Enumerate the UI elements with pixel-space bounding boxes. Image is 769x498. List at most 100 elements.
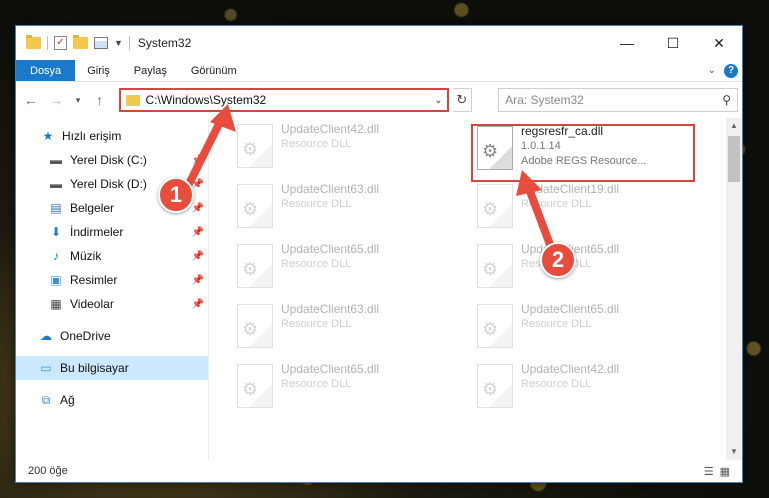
- callout-1-badge: 1: [158, 177, 194, 213]
- new-folder-icon[interactable]: [73, 35, 88, 49]
- file-type: Resource DLL: [281, 378, 352, 390]
- close-button[interactable]: ✕: [696, 26, 742, 60]
- status-bar: 200 öğe ☰ ▦: [16, 460, 742, 482]
- videos-icon: ▦: [50, 297, 62, 311]
- tab-file[interactable]: Dosya: [16, 60, 76, 81]
- forward-button[interactable]: →: [46, 92, 68, 108]
- pin-icon[interactable]: 📌: [192, 299, 204, 310]
- file-type: Resource DLL: [521, 318, 592, 330]
- address-bar[interactable]: C:\Windows\System32 ⌄: [118, 88, 449, 112]
- explorer-window: ✓ ▼ System32 — ☐ ✕ Dosya Giriş Paylaş Gö…: [15, 25, 743, 483]
- sidebar-item-quick-access[interactable]: ★ Hızlı erişim: [16, 124, 208, 148]
- tab-home[interactable]: Giriş: [75, 60, 122, 81]
- list-item[interactable]: UpdateClient42.dll Resource DLL: [237, 122, 467, 178]
- search-input[interactable]: [505, 93, 723, 107]
- file-name: UpdateClient42.dll: [521, 362, 620, 376]
- tiles-view-icon[interactable]: ▦: [720, 465, 730, 478]
- sidebar-item-label: Yerel Disk (D:): [70, 177, 147, 191]
- navigation-pane: ★ Hızlı erişim ▬ Yerel Disk (C:) 📌 ▬ Yer…: [16, 118, 209, 460]
- toolbar-dropdown-icon[interactable]: ▼: [114, 38, 123, 48]
- customize-icon[interactable]: [94, 37, 108, 49]
- scroll-down-icon[interactable]: ▼: [726, 444, 742, 460]
- file-name: UpdateClient42.dll: [281, 122, 380, 136]
- scroll-thumb[interactable]: [728, 136, 740, 182]
- recent-locations-button[interactable]: ▾: [71, 95, 85, 106]
- sidebar-item-videos[interactable]: ▦ Videolar 📌: [16, 292, 208, 316]
- file-name: UpdateClient63.dll: [281, 302, 380, 316]
- tab-view[interactable]: Görünüm: [179, 60, 249, 81]
- help-icon[interactable]: ?: [724, 63, 738, 78]
- file-type: Resource DLL: [281, 258, 352, 270]
- sidebar-item-downloads[interactable]: ⬇ İndirmeler 📌: [16, 220, 208, 244]
- navigation-bar: ← → ▾ ↑ C:\Windows\System32 ⌄ ↻ ⚲: [16, 82, 742, 118]
- folder-icon: [26, 35, 41, 49]
- list-item[interactable]: UpdateClient65.dll Resource DLL: [237, 242, 467, 298]
- pin-icon[interactable]: 📌: [192, 155, 204, 166]
- sidebar-item-disk-c[interactable]: ▬ Yerel Disk (C:) 📌: [16, 148, 208, 172]
- sidebar-item-label: OneDrive: [60, 329, 111, 343]
- sidebar-item-onedrive[interactable]: ☁ OneDrive: [16, 324, 208, 348]
- sidebar-item-this-pc[interactable]: ▭ Bu bilgisayar: [16, 356, 208, 380]
- details-view-icon[interactable]: ☰: [704, 465, 714, 478]
- file-name: UpdateClient65.dll: [281, 362, 380, 376]
- list-item[interactable]: UpdateClient19.dll Resource DLL: [477, 182, 707, 238]
- sidebar-item-pictures[interactable]: ▣ Resimler 📌: [16, 268, 208, 292]
- sidebar-item-label: Bu bilgisayar: [60, 361, 129, 375]
- file-name: UpdateClient65.dll: [281, 242, 380, 256]
- music-icon: ♪: [53, 249, 59, 263]
- ribbon-right: ⌄ ?: [708, 60, 742, 81]
- search-box[interactable]: ⚲: [498, 88, 738, 112]
- scroll-up-icon[interactable]: ▲: [726, 118, 742, 134]
- tab-share[interactable]: Paylaş: [122, 60, 179, 81]
- file-name: UpdateClient63.dll: [281, 182, 380, 196]
- chevron-down-icon[interactable]: ⌄: [431, 95, 447, 106]
- list-item[interactable]: UpdateClient65.dll Resource DLL: [477, 242, 707, 298]
- address-path[interactable]: C:\Windows\System32: [146, 93, 431, 107]
- dll-file-icon: [237, 304, 273, 348]
- sidebar-item-label: Belgeler: [70, 201, 115, 215]
- download-icon: ⬇: [50, 225, 62, 239]
- vertical-scrollbar[interactable]: ▲ ▼: [726, 118, 742, 460]
- dll-file-icon: [477, 184, 513, 228]
- sidebar-item-network[interactable]: ⧉ Ağ: [16, 388, 208, 412]
- file-name: UpdateClient19.dll: [521, 182, 620, 196]
- search-icon[interactable]: ⚲: [722, 93, 731, 107]
- list-item[interactable]: UpdateClient63.dll Resource DLL: [237, 182, 467, 238]
- dll-file-icon: [237, 184, 273, 228]
- file-list: UpdateClient42.dll Resource DLL UpdateCl…: [209, 118, 742, 460]
- list-item[interactable]: UpdateClient42.dll Resource DLL: [477, 362, 707, 418]
- sidebar-item-label: Yerel Disk (C:): [70, 153, 147, 167]
- up-button[interactable]: ↑: [89, 92, 111, 108]
- network-icon: ⧉: [41, 392, 51, 407]
- sidebar-item-label: Videolar: [70, 297, 114, 311]
- sidebar-item-label: İndirmeler: [70, 225, 124, 239]
- expand-ribbon-icon[interactable]: ⌄: [708, 65, 716, 76]
- dll-file-icon: [237, 244, 273, 288]
- computer-icon: ▭: [40, 361, 52, 375]
- pin-icon[interactable]: 📌: [192, 179, 204, 190]
- file-type: Resource DLL: [521, 378, 592, 390]
- pin-icon[interactable]: 📌: [192, 275, 204, 286]
- minimize-button[interactable]: —: [604, 26, 650, 60]
- dll-file-icon: [237, 364, 273, 408]
- pin-icon[interactable]: 📌: [192, 203, 204, 214]
- list-item[interactable]: UpdateClient65.dll Resource DLL: [237, 362, 467, 418]
- refresh-button[interactable]: ↻: [452, 88, 473, 112]
- quick-access-toolbar: ✓ ▼: [16, 35, 130, 50]
- file-type: Resource DLL: [521, 198, 592, 210]
- properties-check-icon[interactable]: ✓: [54, 36, 67, 50]
- title-bar: ✓ ▼ System32 — ☐ ✕: [16, 26, 742, 60]
- dll-file-icon: [477, 364, 513, 408]
- toolbar-divider: [47, 36, 48, 50]
- pin-icon[interactable]: 📌: [192, 251, 204, 262]
- sidebar-item-music[interactable]: ♪ Müzik 📌: [16, 244, 208, 268]
- dll-file-icon: [477, 304, 513, 348]
- list-item[interactable]: UpdateClient63.dll Resource DLL: [237, 302, 467, 358]
- pin-icon[interactable]: 📌: [192, 227, 204, 238]
- list-item[interactable]: UpdateClient65.dll Resource DLL: [477, 302, 707, 358]
- back-button[interactable]: ←: [20, 92, 42, 108]
- maximize-button[interactable]: ☐: [650, 26, 696, 60]
- drive-icon: ▬: [50, 153, 62, 167]
- star-icon: ★: [42, 129, 54, 143]
- file-type: Resource DLL: [281, 138, 352, 150]
